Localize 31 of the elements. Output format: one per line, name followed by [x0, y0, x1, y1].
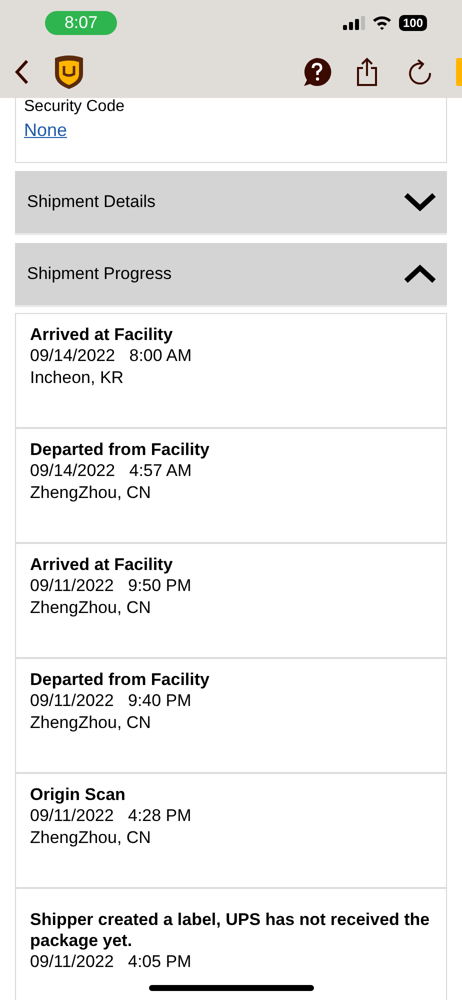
event-datetime: 09/11/2022 9:50 PM: [30, 575, 192, 597]
event-status: Shipper created a label, UPS has not received the package yet.: [30, 909, 431, 951]
event-status: Arrived at Facility: [30, 554, 174, 575]
security-code-link[interactable]: None: [24, 120, 438, 141]
event-location: ZhengZhou, CN: [30, 827, 152, 849]
wifi-icon: [372, 15, 392, 30]
chevron-down-icon: [403, 192, 437, 212]
event-status: Departed from Facility: [30, 439, 210, 460]
accordion-header[interactable]: Shipment Progress: [15, 243, 447, 307]
event-status: Origin Scan: [30, 784, 126, 805]
event-location: Incheon, KR: [30, 367, 125, 389]
event-location: ZhengZhou, CN: [30, 712, 152, 734]
accordion-header[interactable]: Shipment Details: [15, 171, 447, 235]
chevron-up-icon: [403, 264, 437, 284]
refresh-icon[interactable]: [408, 58, 432, 84]
signal-icon: [342, 16, 365, 30]
event-datetime: 09/11/2022 9:40 PM: [30, 690, 192, 712]
status-time: 8:07: [45, 10, 117, 34]
security-code-label: Security Code: [24, 98, 126, 116]
event-datetime: 09/14/2022 4:57 AM: [30, 460, 193, 482]
help-icon[interactable]: [302, 56, 332, 86]
event-datetime: 09/11/2022 4:28 PM: [30, 805, 192, 827]
event-datetime: 09/11/2022 4:05 PM: [30, 951, 192, 973]
event-location: ZhengZhou, CN: [30, 482, 152, 504]
back-icon[interactable]: [14, 58, 30, 84]
event-status: Arrived at Facility: [30, 324, 174, 345]
event-status: Departed from Facility: [30, 669, 210, 690]
event-datetime: 09/14/2022 8:00 AM: [30, 345, 193, 367]
share-icon[interactable]: [356, 56, 378, 86]
event-location: ZhengZhou, CN: [30, 597, 152, 619]
battery-level: 100: [398, 14, 427, 30]
